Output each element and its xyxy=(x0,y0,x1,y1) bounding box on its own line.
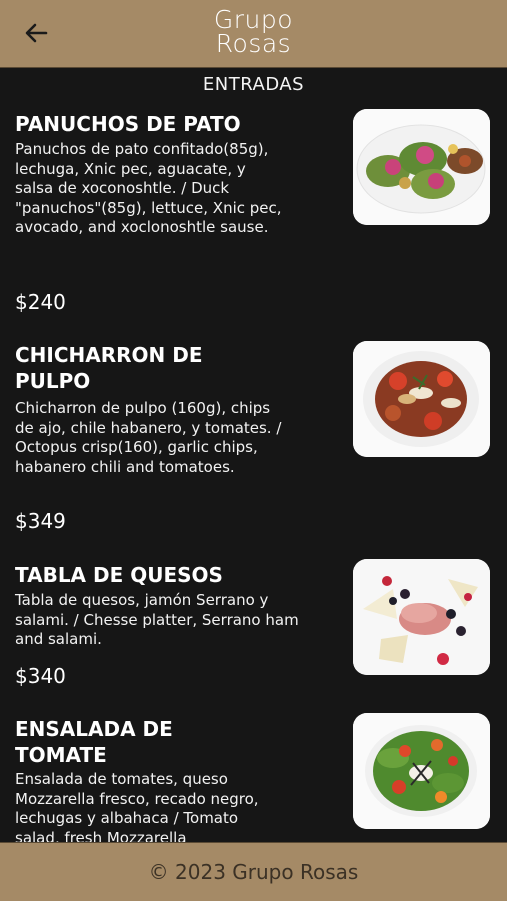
item-price: $349 xyxy=(15,509,66,533)
item-price: $340 xyxy=(15,664,66,688)
brand-logo: Grupo Rosas xyxy=(0,7,507,58)
logo-line-2: Rosas xyxy=(215,29,292,58)
cheese-platter-photo[interactable] xyxy=(353,559,490,675)
duck-panuchos-photo[interactable] xyxy=(353,109,490,225)
item-name: PANUCHOS DE PATO xyxy=(15,112,241,136)
octopus-crisp-photo[interactable] xyxy=(353,341,490,457)
tomato-salad-photo[interactable] xyxy=(353,713,490,829)
item-description: Tabla de quesos, jamón Serrano y salami.… xyxy=(15,591,299,648)
item-name: TABLA DE QUESOS xyxy=(15,563,223,587)
item-name: ENSALADA DE TOMATE xyxy=(15,717,173,767)
item-description: Ensalada de tomates, queso Mozzarella fr… xyxy=(15,770,259,842)
menu-list[interactable]: PANUCHOS DE PATO Panuchos de pato confit… xyxy=(0,100,507,842)
item-price: $240 xyxy=(15,290,66,314)
footer-bar: © 2023 Grupo Rosas xyxy=(0,842,507,901)
item-description: Panuchos de pato confitado(85g), lechuga… xyxy=(15,140,282,236)
copyright-text: © 2023 Grupo Rosas xyxy=(148,860,359,884)
section-title: ENTRADAS xyxy=(202,74,305,95)
item-name: CHICHARRON DE PULPO xyxy=(15,343,203,393)
top-app-bar: Grupo Rosas xyxy=(0,0,507,68)
item-description: Chicharron de pulpo (160g), chips de ajo… xyxy=(15,399,282,476)
